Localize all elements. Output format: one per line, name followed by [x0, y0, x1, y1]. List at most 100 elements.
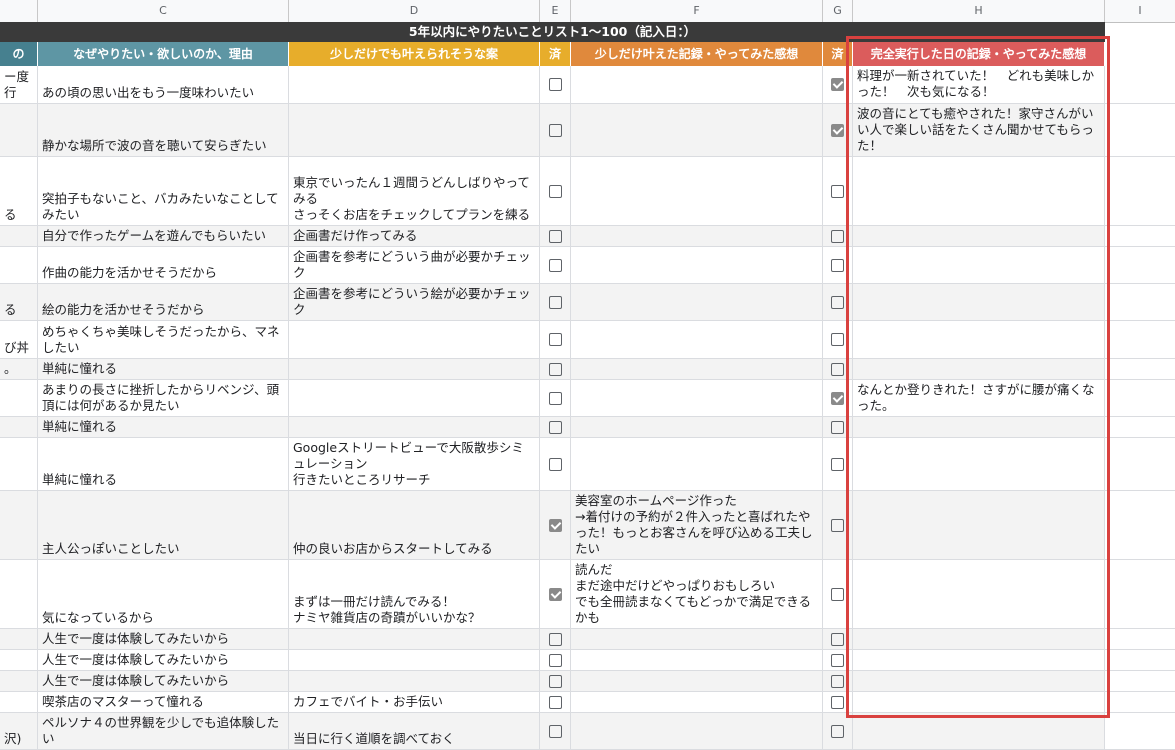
header-cell-e[interactable]: 済 [540, 42, 571, 66]
done-checkbox[interactable] [831, 184, 844, 198]
done-checkbox[interactable] [548, 295, 562, 309]
done-checkbox[interactable] [548, 123, 562, 137]
done-checkbox[interactable] [831, 653, 844, 667]
done-checkbox[interactable] [548, 653, 562, 667]
cell-h[interactable] [853, 629, 1105, 649]
done-checkbox[interactable] [548, 362, 562, 376]
cell-c[interactable]: 喫茶店のマスターって憧れる [38, 692, 289, 712]
cell-e[interactable] [540, 359, 571, 379]
cell-g[interactable] [823, 438, 853, 490]
cell-g[interactable] [823, 692, 853, 712]
cell-b[interactable] [0, 629, 38, 649]
cell-c[interactable]: 絵の能力を活かせそうだから [38, 284, 289, 320]
done-checkbox[interactable] [548, 391, 562, 405]
cell-b[interactable] [0, 226, 38, 246]
cell-b[interactable] [0, 380, 38, 416]
cell-c[interactable]: 突拍子もないこと、バカみたいなことしてみたい [38, 157, 289, 225]
column-header-h[interactable]: H [853, 0, 1105, 22]
cell-g[interactable] [823, 359, 853, 379]
done-checkbox[interactable] [831, 674, 844, 688]
done-checkbox[interactable] [548, 695, 562, 709]
cell-b[interactable] [0, 671, 38, 691]
done-checkbox[interactable] [831, 123, 844, 137]
cell-g[interactable] [823, 157, 853, 225]
done-checkbox[interactable] [548, 724, 562, 738]
cell-e[interactable] [540, 417, 571, 437]
done-checkbox[interactable] [831, 724, 844, 738]
cell-h[interactable]: なんとか登りきれた！さすがに腰が痛くなった。 [853, 380, 1105, 416]
cell-e[interactable] [540, 226, 571, 246]
cell-d[interactable]: 企画書を参考にどういう曲が必要かチェック [289, 247, 540, 283]
cell-c[interactable]: 静かな場所で波の音を聴いて安らぎたい [38, 104, 289, 156]
cell-b[interactable]: る [0, 157, 38, 225]
cell-e[interactable] [540, 380, 571, 416]
cell-h[interactable] [853, 692, 1105, 712]
cell-d[interactable]: まずは一冊だけ読んでみる！ ナミヤ雑貨店の奇蹟がいいかな？ [289, 560, 540, 628]
cell-b[interactable] [0, 104, 38, 156]
cell-h[interactable] [853, 359, 1105, 379]
column-header-c[interactable]: C [38, 0, 289, 22]
cell-c[interactable]: 単純に憧れる [38, 417, 289, 437]
header-cell-g[interactable]: 済 [823, 42, 853, 66]
cell-c[interactable]: 作曲の能力を活かせそうだから [38, 247, 289, 283]
column-header-i[interactable]: I [1105, 0, 1175, 22]
cell-d[interactable] [289, 417, 540, 437]
cell-e[interactable] [540, 438, 571, 490]
done-checkbox[interactable] [548, 457, 562, 471]
cell-b[interactable] [0, 438, 38, 490]
done-checkbox[interactable] [548, 333, 562, 346]
done-checkbox[interactable] [831, 632, 844, 646]
cell-g[interactable] [823, 247, 853, 283]
cell-b[interactable] [0, 417, 38, 437]
sheet-title[interactable]: 5年以内にやりたいことリスト1〜100（記入日：） [0, 22, 1105, 42]
cell-e[interactable] [540, 247, 571, 283]
cell-h[interactable] [853, 321, 1105, 358]
cell-d[interactable] [289, 380, 540, 416]
cell-e[interactable] [540, 284, 571, 320]
cell-f[interactable] [571, 671, 823, 691]
done-checkbox[interactable] [548, 518, 562, 532]
done-checkbox[interactable] [548, 420, 562, 434]
cell-e[interactable] [540, 650, 571, 670]
header-cell-f[interactable]: 少しだけ叶えた記録・やってみた感想 [571, 42, 823, 66]
cell-h[interactable] [853, 438, 1105, 490]
cell-e[interactable] [540, 157, 571, 225]
cell-d[interactable] [289, 650, 540, 670]
cell-e[interactable] [540, 692, 571, 712]
cell-h[interactable] [853, 671, 1105, 691]
done-checkbox[interactable] [548, 258, 562, 272]
cell-e[interactable] [540, 671, 571, 691]
done-checkbox[interactable] [831, 78, 844, 91]
cell-d[interactable] [289, 321, 540, 358]
column-header-f[interactable]: F [571, 0, 823, 22]
done-checkbox[interactable] [831, 457, 844, 471]
cell-c[interactable]: 気になっているから [38, 560, 289, 628]
cell-h[interactable] [853, 491, 1105, 559]
cell-e[interactable] [540, 104, 571, 156]
cell-g[interactable] [823, 713, 853, 749]
cell-e[interactable] [540, 713, 571, 749]
cell-h[interactable] [853, 226, 1105, 246]
cell-g[interactable] [823, 321, 853, 358]
done-checkbox[interactable] [831, 333, 844, 346]
cell-c[interactable]: ペルソナ４の世界観を少しでも追体験したい [38, 713, 289, 749]
cell-h[interactable]: 料理が一新されていた！ どれも美味しかった！ 次も気になる！ [853, 66, 1105, 103]
cell-g[interactable] [823, 66, 853, 103]
header-cell-c[interactable]: なぜやりたい・欲しいのか、理由 [38, 42, 289, 66]
done-checkbox[interactable] [548, 632, 562, 646]
cell-d[interactable]: 企画書だけ作ってみる [289, 226, 540, 246]
cell-b[interactable] [0, 650, 38, 670]
cell-d[interactable] [289, 359, 540, 379]
header-cell-h[interactable]: 完全実行した日の記録・やってみた感想 [853, 42, 1105, 66]
cell-g[interactable] [823, 226, 853, 246]
cell-b[interactable]: る [0, 284, 38, 320]
cell-e[interactable] [540, 560, 571, 628]
cell-g[interactable] [823, 629, 853, 649]
cell-e[interactable] [540, 321, 571, 358]
cell-f[interactable] [571, 66, 823, 103]
cell-e[interactable] [540, 629, 571, 649]
cell-d[interactable]: 当日に行く道順を調べておく [289, 713, 540, 749]
header-cell-d[interactable]: 少しだけでも叶えられそうな案 [289, 42, 540, 66]
cell-f[interactable] [571, 321, 823, 358]
cell-f[interactable]: 美容室のホームページ作った →着付けの予約が２件入ったと喜ばれたやった！もっとお… [571, 491, 823, 559]
